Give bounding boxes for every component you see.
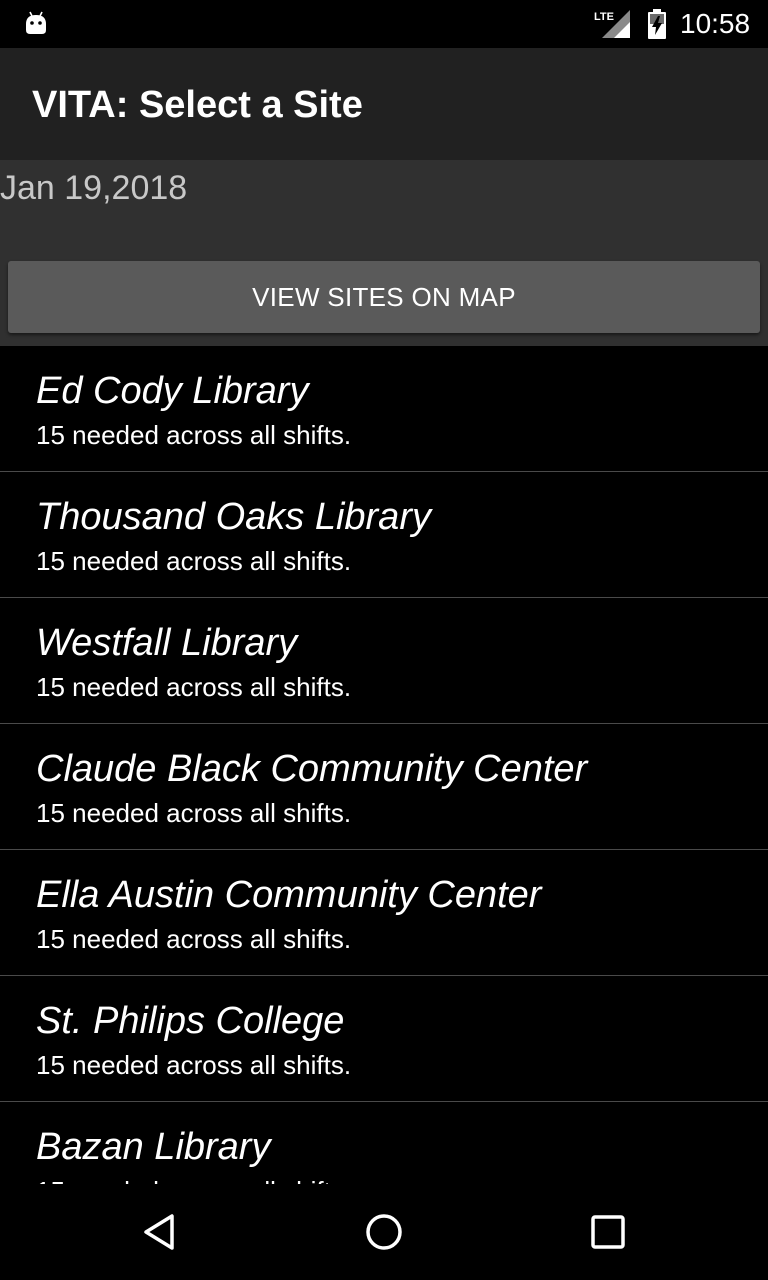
page-title: VITA: Select a Site — [32, 84, 363, 126]
site-name: Ella Austin Community Center — [36, 874, 542, 916]
site-need: 15 needed across all shifts. — [36, 1050, 352, 1080]
site-need: 15 needed across all shifts. — [36, 1176, 351, 1184]
lte-signal-icon: LTE — [594, 10, 630, 38]
site-name: Westfall Library — [36, 622, 298, 664]
back-icon[interactable] — [136, 1208, 184, 1256]
site-need: 15 needed across all shifts. — [36, 924, 352, 954]
site-need: 15 needed across all shifts. — [36, 672, 352, 702]
site-list-item[interactable]: Ella Austin Community Center 15 needed a… — [0, 850, 768, 976]
site-name: Ed Cody Library — [36, 370, 309, 412]
site-need: 15 needed across all shifts. — [36, 798, 352, 828]
site-list[interactable]: Ed Cody Library 15 needed across all shi… — [0, 346, 768, 1184]
recents-icon[interactable] — [584, 1208, 632, 1256]
android-icon — [26, 11, 46, 34]
nav-bar — [0, 1184, 768, 1280]
site-need: 15 needed across all shifts. — [36, 420, 352, 450]
status-bar: LTE 10:58 — [0, 0, 768, 48]
view-sites-on-map-button[interactable]: VIEW SITES ON MAP — [8, 261, 760, 333]
site-list-item[interactable]: Westfall Library 15 needed across all sh… — [0, 598, 768, 724]
header-area: Jan 19,2018 VIEW SITES ON MAP — [0, 160, 768, 346]
screen: LTE 10:58 VITA: Select a Site Jan 19,201… — [0, 0, 768, 1280]
site-need: 15 needed across all shifts. — [36, 546, 352, 576]
site-name: Bazan Library — [36, 1126, 271, 1168]
status-clock: 10:58 — [680, 8, 751, 39]
site-list-item[interactable]: Ed Cody Library 15 needed across all shi… — [0, 346, 768, 472]
network-label: LTE — [594, 11, 614, 23]
site-list-item[interactable]: Claude Black Community Center 15 needed … — [0, 724, 768, 850]
site-name: Thousand Oaks Library — [36, 496, 431, 538]
site-list-item[interactable]: St. Philips College 15 needed across all… — [0, 976, 768, 1102]
battery-charging-icon — [648, 9, 666, 39]
home-icon[interactable] — [360, 1208, 408, 1256]
date-label: Jan 19,2018 — [0, 169, 188, 207]
app-bar: VITA: Select a Site — [0, 48, 768, 160]
site-name: St. Philips College — [36, 1000, 345, 1042]
site-name: Claude Black Community Center — [36, 748, 588, 790]
site-list-item[interactable]: Thousand Oaks Library 15 needed across a… — [0, 472, 768, 598]
site-list-item[interactable]: Bazan Library 15 needed across all shift… — [0, 1102, 768, 1184]
